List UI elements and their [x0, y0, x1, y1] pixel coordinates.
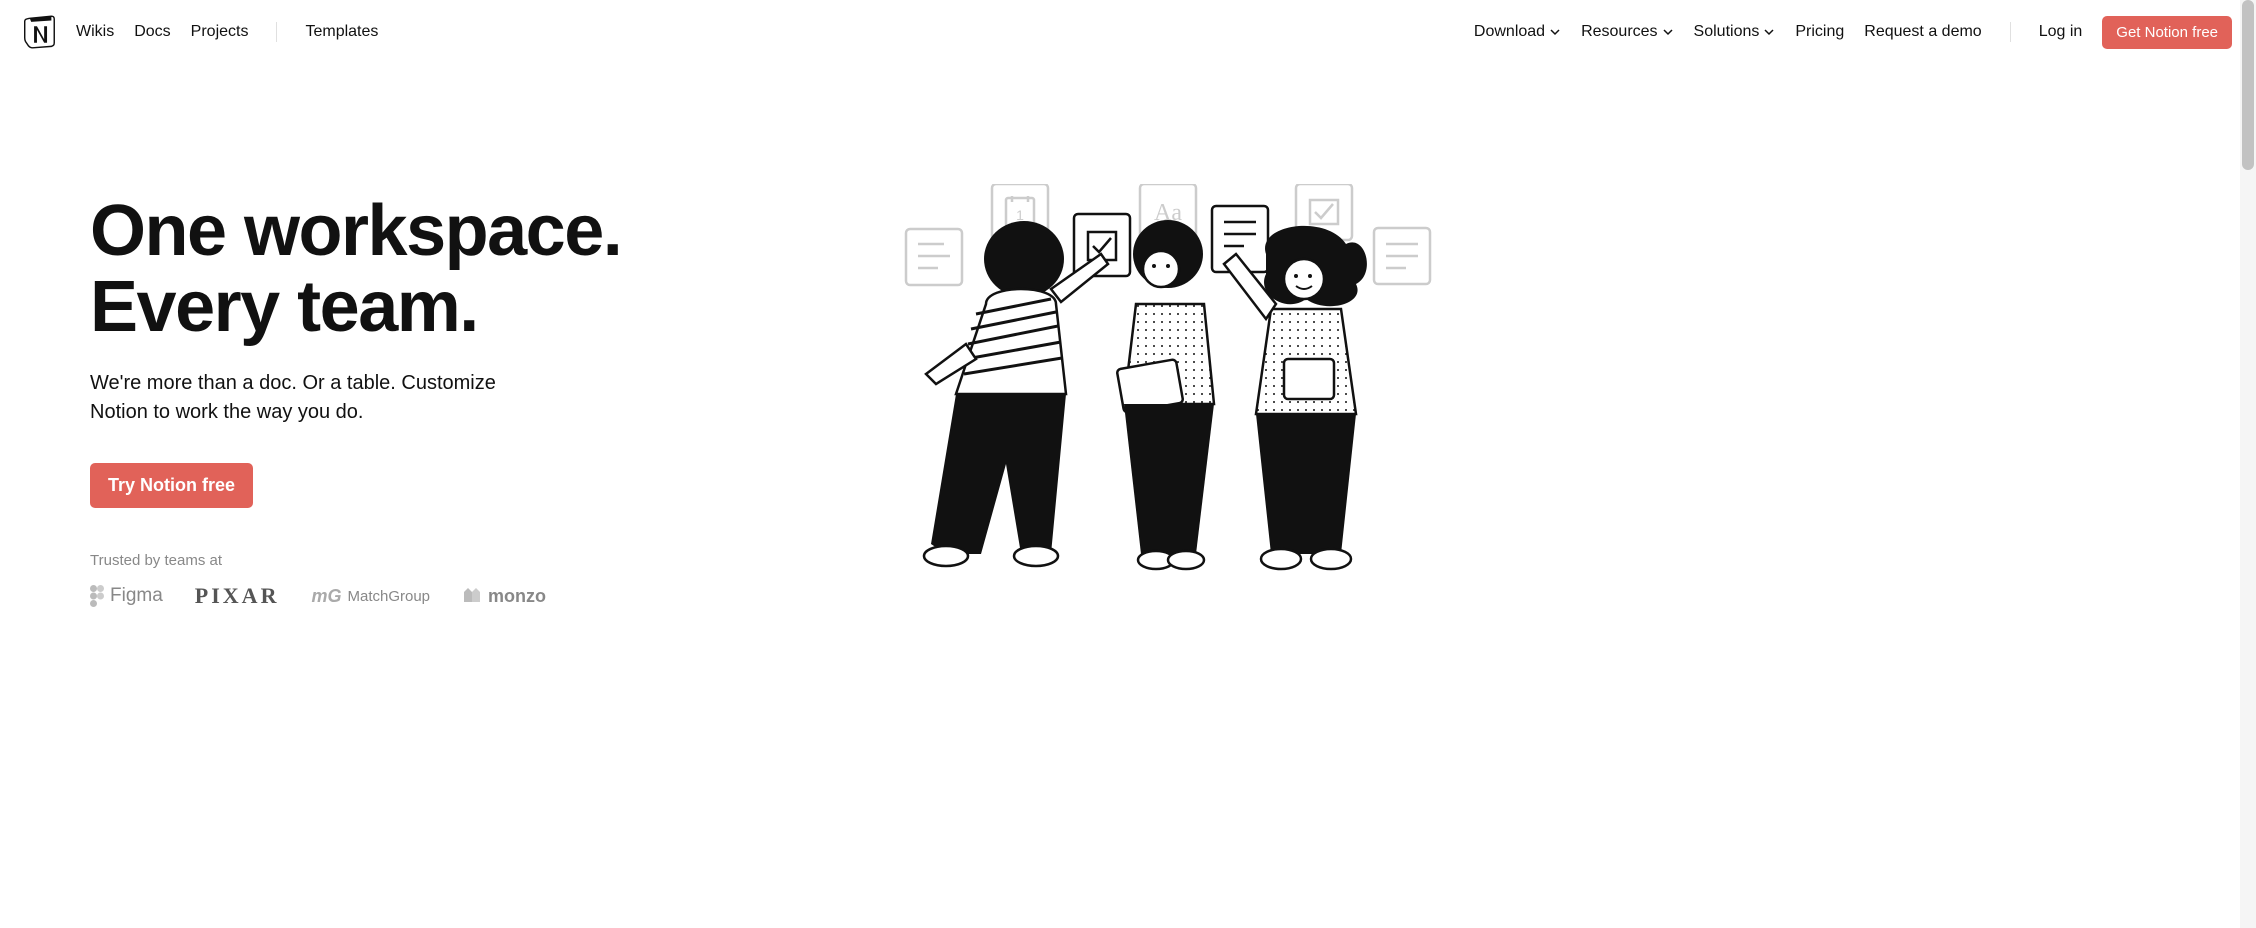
chevron-down-icon — [1549, 26, 1561, 38]
figma-label: Figma — [110, 585, 163, 607]
nav-pricing[interactable]: Pricing — [1795, 23, 1844, 41]
figma-logo: Figma — [90, 585, 163, 607]
hero-text: One workspace. Every team. We're more th… — [90, 184, 621, 609]
svg-text:1: 1 — [1016, 207, 1024, 223]
chevron-down-icon — [1662, 26, 1674, 38]
match-icon: mG — [311, 586, 341, 607]
nav-login[interactable]: Log in — [2039, 23, 2083, 41]
nav-left: Wikis Docs Projects Templates — [76, 22, 378, 42]
trusted-section: Trusted by teams at Figma PIXAR mG Match… — [90, 552, 621, 609]
nav-docs[interactable]: Docs — [134, 23, 170, 41]
nav-request-demo[interactable]: Request a demo — [1864, 23, 1981, 41]
nav-wikis[interactable]: Wikis — [76, 23, 114, 41]
scrollbar-thumb[interactable] — [2242, 0, 2254, 170]
pixar-logo: PIXAR — [195, 583, 280, 609]
get-notion-free-button[interactable]: Get Notion free — [2102, 16, 2232, 49]
nav-solutions-label: Solutions — [1694, 23, 1760, 41]
try-notion-free-button[interactable]: Try Notion free — [90, 463, 253, 508]
chevron-down-icon — [1763, 26, 1775, 38]
monzo-label: monzo — [488, 586, 546, 607]
nav-divider — [276, 22, 277, 42]
people-illustration-icon: 1 Aa — [896, 184, 1436, 584]
nav-download[interactable]: Download — [1474, 23, 1561, 41]
nav-resources[interactable]: Resources — [1581, 23, 1673, 41]
monzo-logo: monzo — [462, 586, 546, 607]
hero-title-line1: One workspace. — [90, 191, 621, 271]
nav-divider — [2010, 22, 2011, 42]
trusted-label: Trusted by teams at — [90, 552, 621, 569]
hero-subtitle: We're more than a doc. Or a table. Custo… — [90, 369, 510, 427]
monzo-icon — [462, 586, 482, 606]
notion-logo[interactable] — [24, 14, 60, 50]
match-logo: mG MatchGroup — [311, 586, 430, 607]
figma-icon — [90, 585, 104, 607]
scrollbar[interactable] — [2240, 0, 2256, 928]
site-header: Wikis Docs Projects Templates Download R… — [0, 0, 2256, 64]
match-label: MatchGroup — [347, 588, 430, 605]
nav-right: Download Resources Solutions Pricing Req… — [1474, 16, 2232, 49]
nav-projects[interactable]: Projects — [191, 23, 249, 41]
nav-solutions[interactable]: Solutions — [1694, 23, 1776, 41]
nav-templates[interactable]: Templates — [305, 23, 378, 41]
nav-resources-label: Resources — [1581, 23, 1657, 41]
company-logos: Figma PIXAR mG MatchGroup monzo — [90, 583, 621, 609]
nav-download-label: Download — [1474, 23, 1545, 41]
hero-section: One workspace. Every team. We're more th… — [0, 64, 1560, 649]
hero-title-line2: Every team. — [90, 267, 478, 347]
hero-illustration: 1 Aa — [681, 184, 1470, 609]
hero-title: One workspace. Every team. — [90, 194, 621, 345]
